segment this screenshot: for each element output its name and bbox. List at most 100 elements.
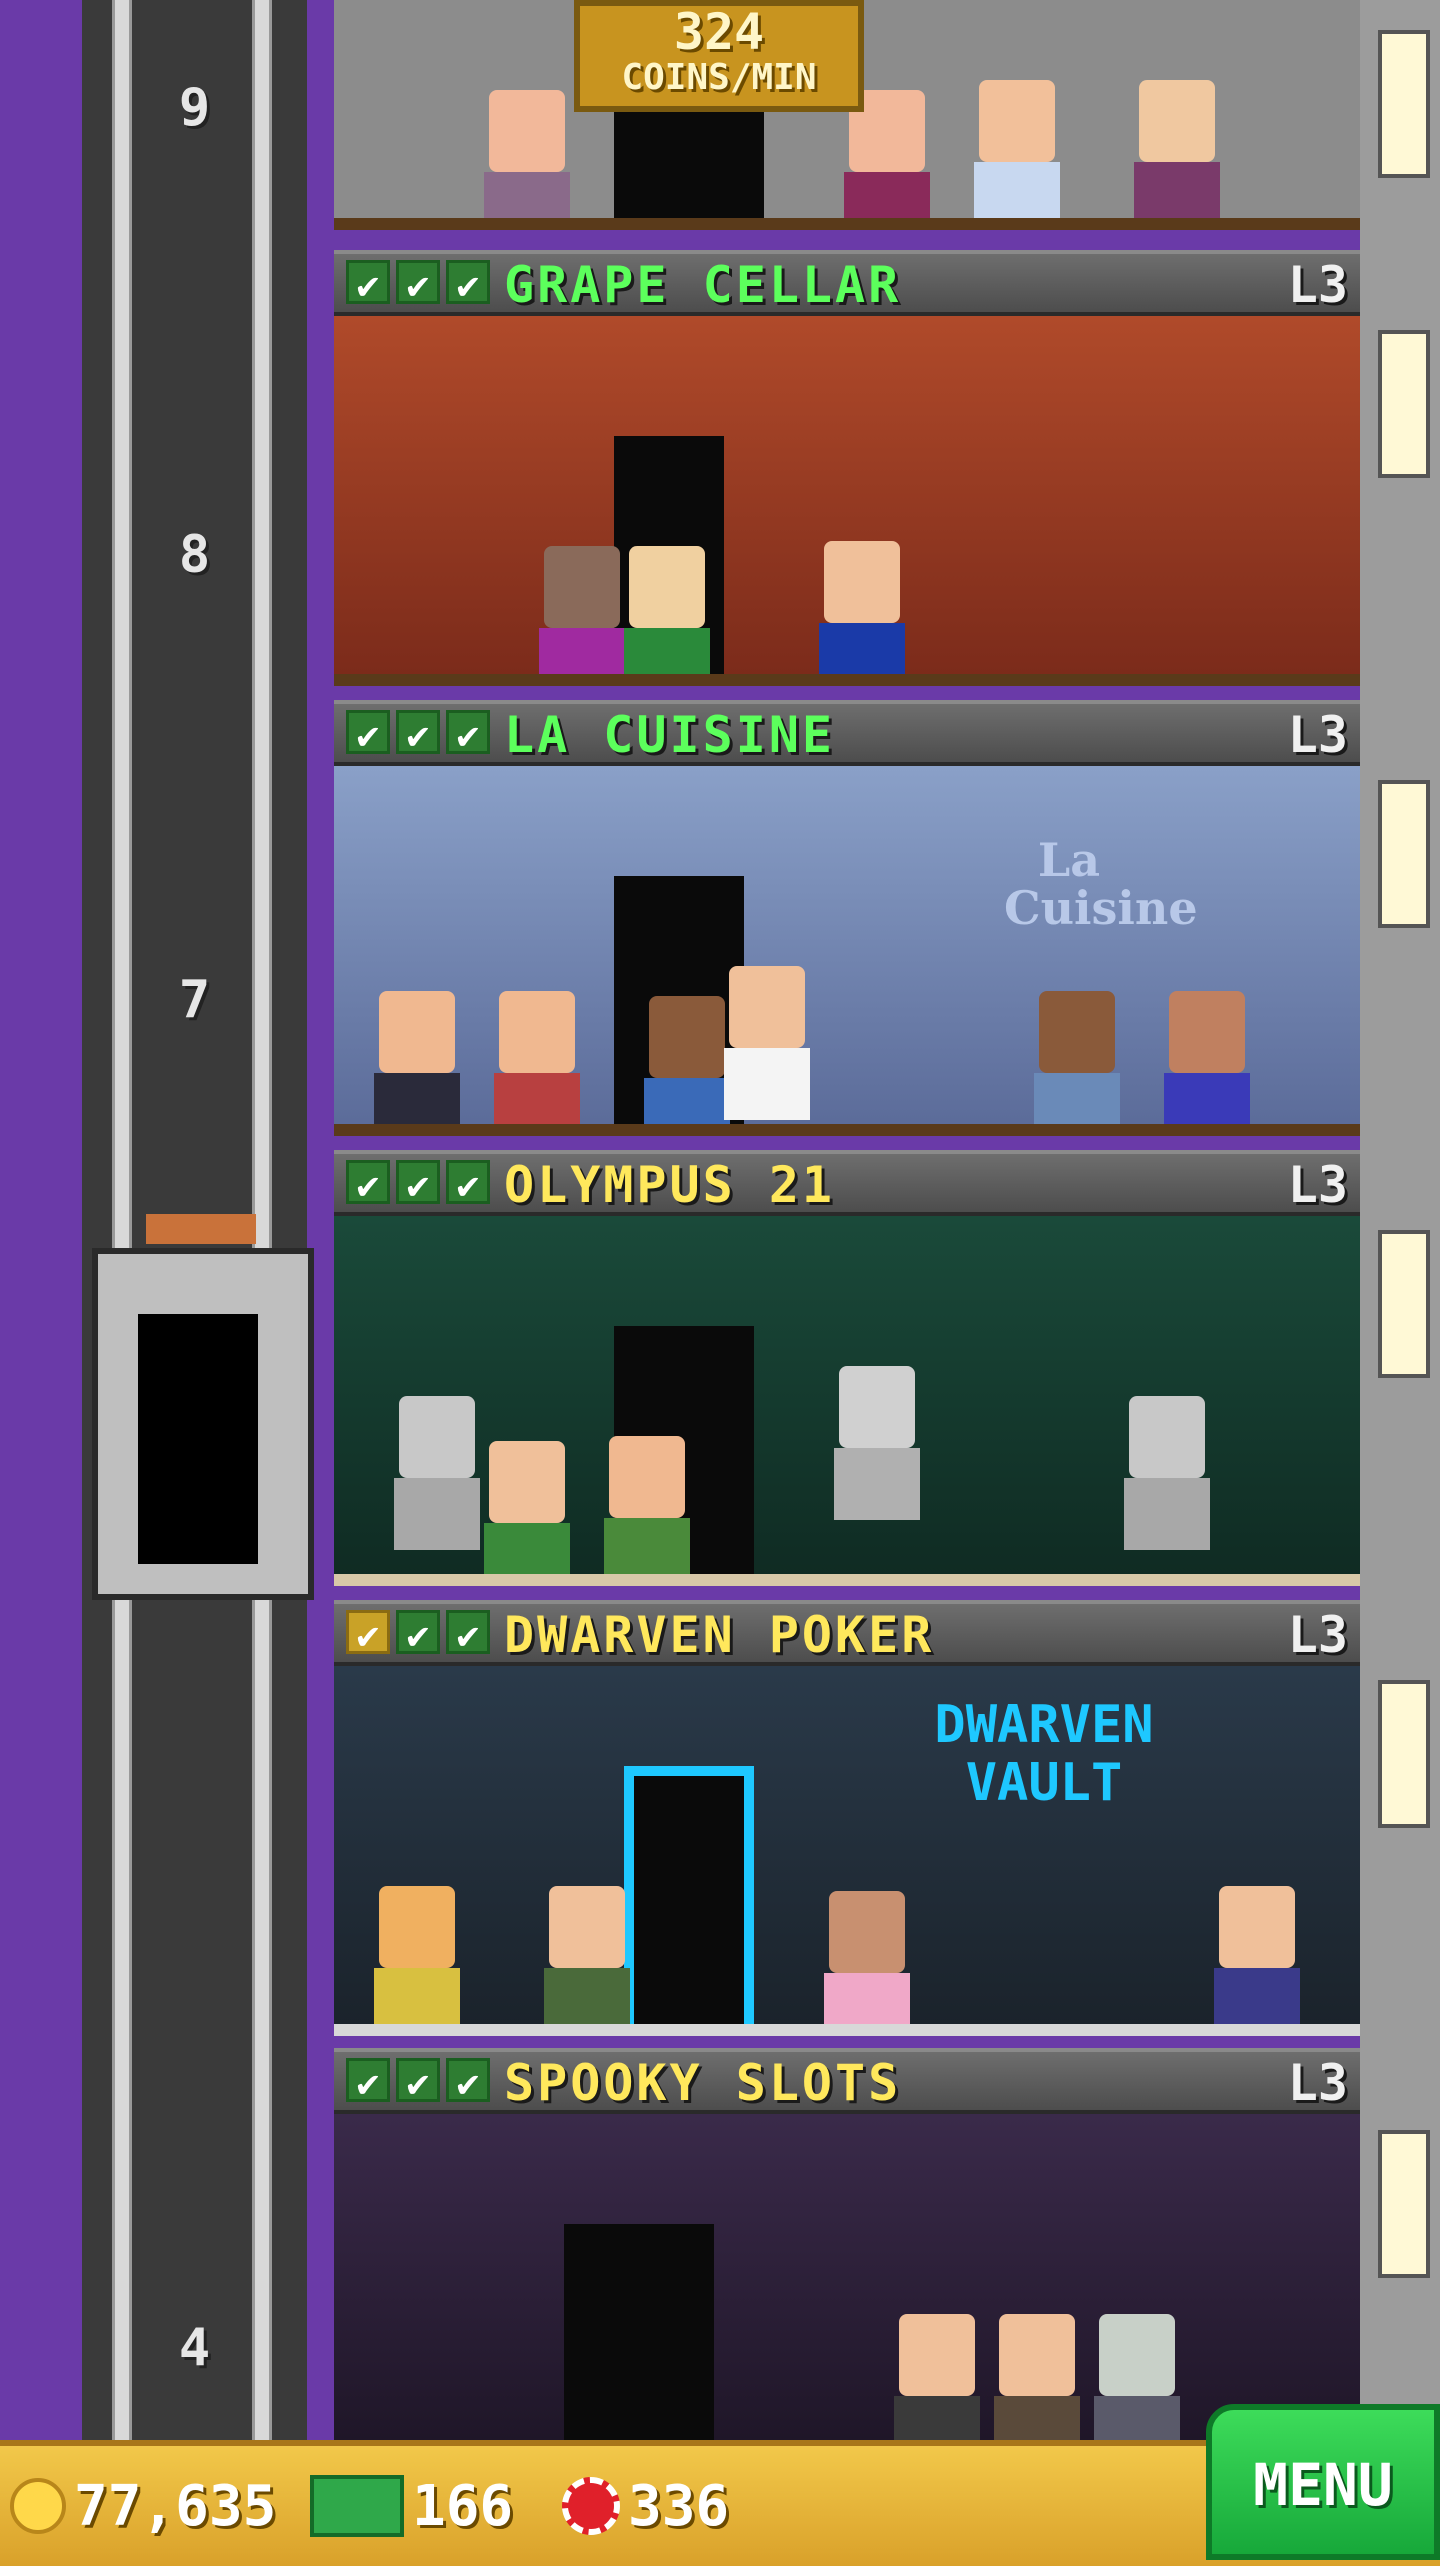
- side-window: [1378, 780, 1430, 928]
- throne-statue: [834, 1366, 920, 1520]
- floor-name: SPOOKY SLOTS: [504, 2054, 902, 2112]
- stock-checks: ✔ ✔ ✔: [346, 710, 490, 757]
- dwarf-bitizen[interactable]: [374, 1886, 460, 2036]
- elevator-car[interactable]: [92, 1214, 314, 1600]
- chips-value: 336: [628, 2473, 730, 2539]
- bux-counter: 166: [310, 2466, 513, 2546]
- elevator-door: [138, 1314, 258, 1564]
- check-icon: ✔: [396, 710, 440, 757]
- elevator-sign: [146, 1214, 256, 1244]
- floor-number-8: 8: [178, 525, 211, 585]
- bitizen[interactable]: [374, 991, 460, 1136]
- bitizen[interactable]: [1094, 2314, 1180, 2440]
- side-window: [1378, 30, 1430, 178]
- bitizen[interactable]: [819, 541, 905, 686]
- floor-name: OLYMPUS 21: [504, 1156, 836, 1214]
- check-icon: ✔: [346, 710, 390, 757]
- coins-per-minute-unit: COINS/MIN: [621, 57, 817, 98]
- floor-base: [334, 218, 1360, 230]
- room-door: [614, 110, 764, 230]
- stock-checks: ✔ ✔ ✔: [346, 1610, 490, 1657]
- stock-checks: ✔ ✔ ✔: [346, 2058, 490, 2105]
- tower-scene: 9 8 7 4 324 COINS/MIN ✔ ✔ ✔ GRAPE CELLAR…: [0, 0, 1440, 2566]
- floor-header-grape-cellar[interactable]: ✔ ✔ ✔ GRAPE CELLAR L3: [334, 250, 1360, 316]
- dwarf-bitizen[interactable]: [1214, 1886, 1300, 2036]
- floor-room-grape-cellar[interactable]: [334, 316, 1360, 686]
- check-icon: ✔: [446, 260, 490, 307]
- bitizen[interactable]: [539, 546, 625, 686]
- cuisine-sign: La Cuisine: [1004, 833, 1198, 935]
- bitizen[interactable]: [624, 546, 710, 686]
- floor-header-spooky-slots[interactable]: ✔ ✔ ✔ SPOOKY SLOTS L3: [334, 2048, 1360, 2114]
- bitizen[interactable]: [644, 996, 730, 1136]
- statue: [1124, 1396, 1210, 1550]
- bitizen[interactable]: [1164, 991, 1250, 1136]
- vault-door: [634, 1776, 744, 2036]
- building-side-panel: [1360, 0, 1440, 2440]
- bitizen[interactable]: [824, 1891, 910, 2036]
- bitizen[interactable]: [604, 1436, 690, 1586]
- dwarven-vault-sign: DWARVEN VAULT: [934, 1695, 1154, 1813]
- floor-number-7: 7: [178, 970, 211, 1030]
- check-icon: ✔: [446, 710, 490, 757]
- check-icon: ✔: [396, 260, 440, 307]
- floor-level: L3: [1287, 2054, 1348, 2112]
- floor-room-olympus-21[interactable]: [334, 1216, 1360, 1586]
- menu-button[interactable]: MENU: [1206, 2404, 1440, 2560]
- floor-base: [334, 674, 1360, 686]
- bitizen[interactable]: [484, 1441, 570, 1586]
- bitizen[interactable]: [894, 2314, 980, 2440]
- floor-header-la-cuisine[interactable]: ✔ ✔ ✔ LA CUISINE L3: [334, 700, 1360, 766]
- bux-icon: [310, 2475, 404, 2537]
- floor-room-la-cuisine[interactable]: La Cuisine: [334, 766, 1360, 1136]
- bitizen[interactable]: [1034, 991, 1120, 1136]
- chip-icon: [562, 2477, 620, 2535]
- check-icon: ✔: [346, 2058, 390, 2105]
- side-window: [1378, 1680, 1430, 1828]
- floor-name: LA CUISINE: [504, 706, 836, 764]
- floor-header-olympus-21[interactable]: ✔ ✔ ✔ OLYMPUS 21 L3: [334, 1150, 1360, 1216]
- coin-check-icon[interactable]: ✔: [346, 1610, 390, 1657]
- side-window: [1378, 1230, 1430, 1378]
- floor-base: [334, 1124, 1360, 1136]
- floor-level: L3: [1287, 256, 1348, 314]
- floor-base: [334, 1574, 1360, 1586]
- check-icon: ✔: [446, 1610, 490, 1657]
- check-icon: ✔: [396, 1610, 440, 1657]
- room-door: [564, 2224, 714, 2440]
- check-icon: ✔: [446, 1160, 490, 1207]
- chips-counter: 336: [562, 2466, 729, 2546]
- coin-icon: [10, 2478, 66, 2534]
- floor-name: GRAPE CELLAR: [504, 256, 902, 314]
- floor-room-dwarven-poker[interactable]: DWARVEN VAULT: [334, 1666, 1360, 2036]
- floor-level: L3: [1287, 706, 1348, 764]
- bitizen[interactable]: [494, 991, 580, 1136]
- chef-bitizen[interactable]: [724, 966, 810, 1120]
- bitizen[interactable]: [544, 1886, 630, 2036]
- bux-value: 166: [412, 2473, 514, 2539]
- side-window: [1378, 330, 1430, 478]
- statue: [394, 1396, 480, 1550]
- floor-base: [334, 2024, 1360, 2036]
- bitizen[interactable]: [1134, 80, 1220, 230]
- floor-room-spooky-slots[interactable]: [334, 2114, 1360, 2440]
- coins-counter: 77,635: [10, 2466, 276, 2546]
- coins-value: 77,635: [74, 2473, 277, 2539]
- bitizen[interactable]: [484, 90, 570, 230]
- check-icon: ✔: [446, 2058, 490, 2105]
- floor-number-4: 4: [178, 2318, 211, 2378]
- check-icon: ✔: [346, 1160, 390, 1207]
- check-icon: ✔: [396, 2058, 440, 2105]
- bitizen[interactable]: [994, 2314, 1080, 2440]
- check-icon: ✔: [396, 1160, 440, 1207]
- floor-number-9: 9: [178, 78, 211, 138]
- shaft-rail-left: [112, 0, 132, 2440]
- coins-per-minute-value: 324: [673, 3, 765, 61]
- stock-checks: ✔ ✔ ✔: [346, 1160, 490, 1207]
- floor-level: L3: [1287, 1156, 1348, 1214]
- coins-per-minute-banner: 324 COINS/MIN: [574, 0, 864, 112]
- bitizen[interactable]: [974, 80, 1060, 230]
- check-icon: ✔: [346, 260, 390, 307]
- floor-header-dwarven-poker[interactable]: ✔ ✔ ✔ DWARVEN POKER L3: [334, 1600, 1360, 1666]
- side-window: [1378, 2130, 1430, 2278]
